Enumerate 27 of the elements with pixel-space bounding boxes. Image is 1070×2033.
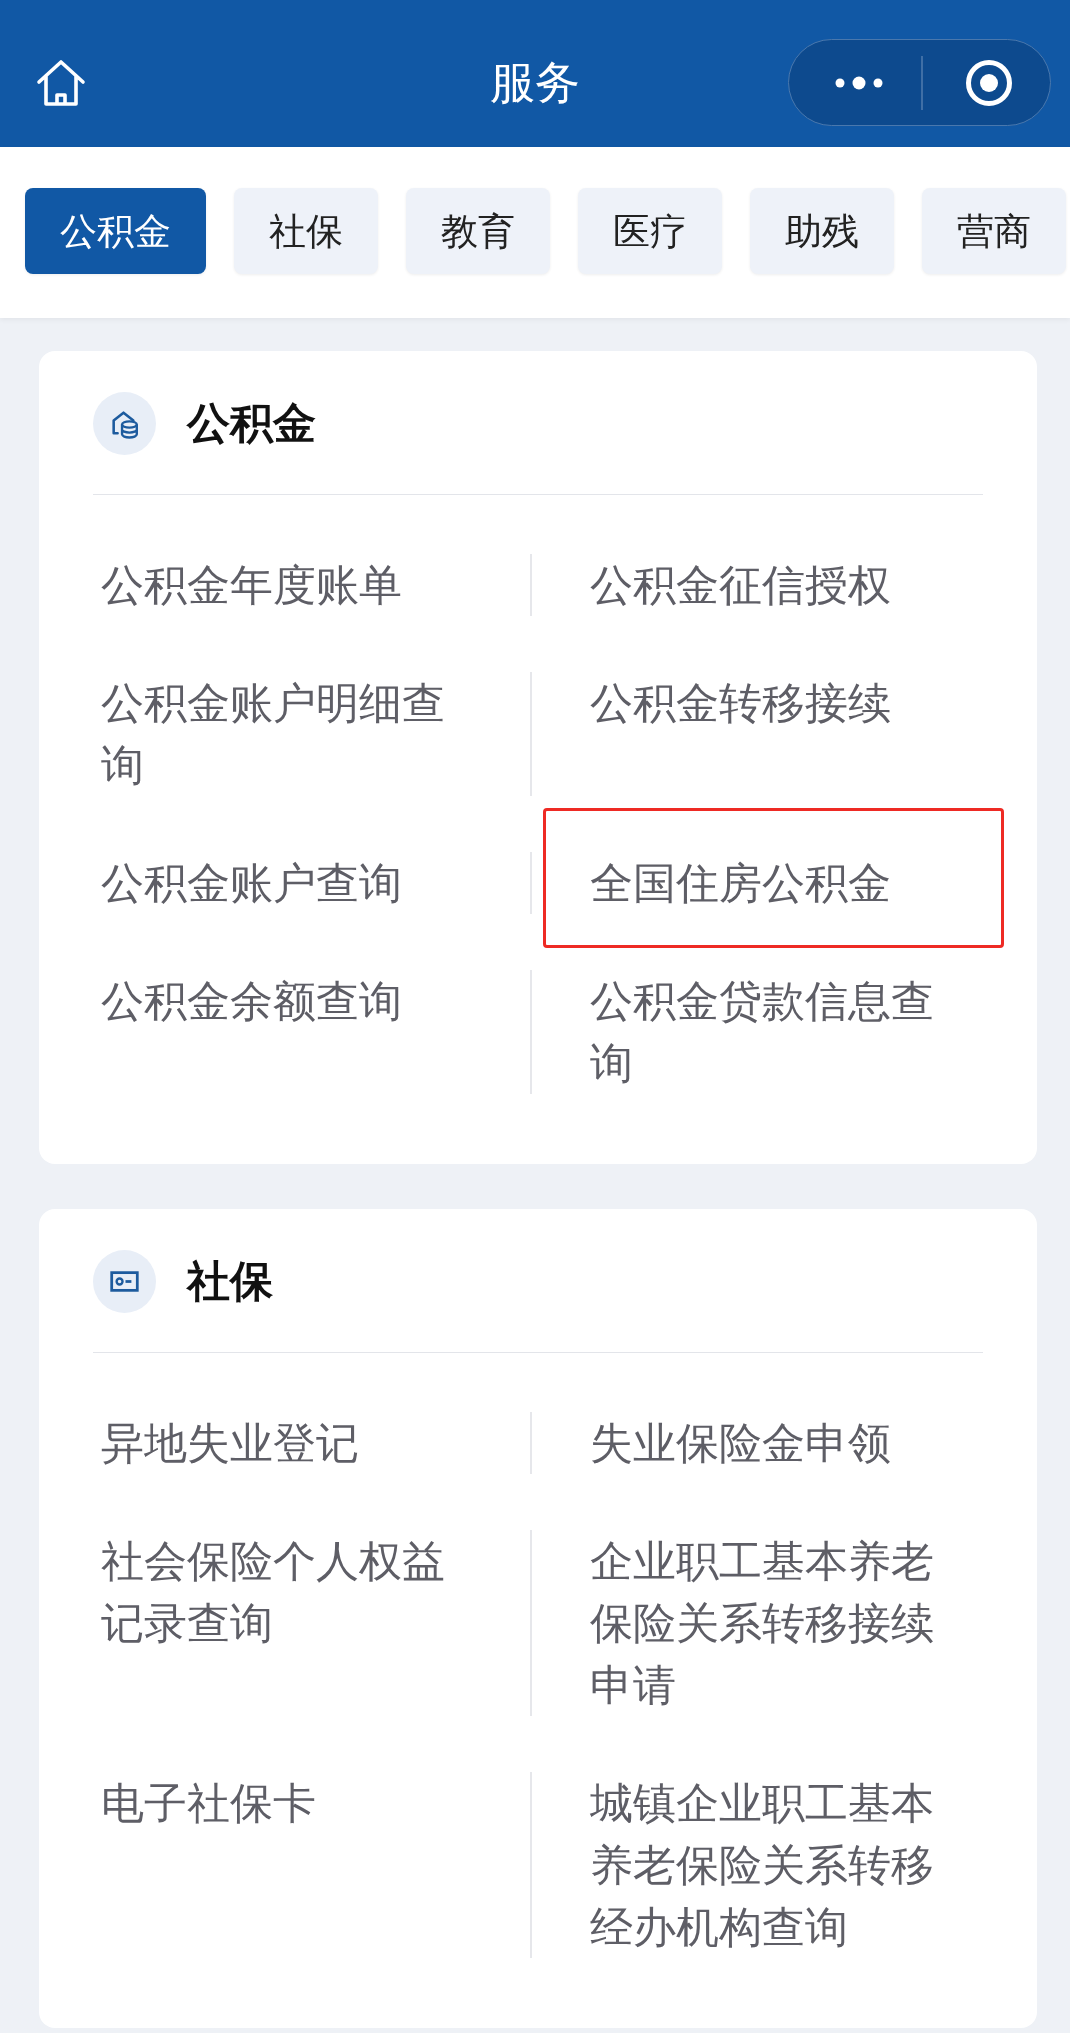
service-item[interactable]: 公积金账户查询 xyxy=(101,852,402,914)
category-tab[interactable]: 助残 xyxy=(750,188,894,274)
service-item[interactable]: 城镇企业职工基本养老保险关系转移经办机构查询 xyxy=(590,1772,952,1958)
service-item[interactable]: 异地失业登记 xyxy=(101,1412,359,1474)
category-tab[interactable]: 社保 xyxy=(234,188,378,274)
service-item[interactable]: 企业职工基本养老保险关系转移接续申请 xyxy=(590,1530,952,1716)
house-coins-icon xyxy=(93,392,156,455)
target-icon[interactable] xyxy=(964,58,1013,107)
service-item[interactable]: 公积金账户明细查询 xyxy=(101,672,463,796)
id-card-icon xyxy=(93,1250,156,1313)
service-item[interactable]: 电子社保卡 xyxy=(101,1772,316,1834)
service-item[interactable]: 社会保险个人权益记录查询 xyxy=(101,1530,463,1654)
category-tab[interactable]: 公积金 xyxy=(25,188,206,274)
category-tab[interactable]: 医疗 xyxy=(578,188,722,274)
service-item[interactable]: 公积金年度账单 xyxy=(101,554,402,616)
service-item[interactable]: 公积金转移接续 xyxy=(590,672,891,734)
section-title: 社保 xyxy=(187,1257,273,1306)
service-item[interactable]: 公积金余额查询 xyxy=(101,970,402,1032)
service-item[interactable]: 公积金征信授权 xyxy=(590,554,891,616)
page-title: 服务 xyxy=(490,57,580,108)
more-icon[interactable] xyxy=(834,75,884,90)
service-item[interactable]: 公积金贷款信息查询 xyxy=(590,970,952,1094)
service-item[interactable]: 失业保险金申领 xyxy=(590,1412,891,1474)
category-tab[interactable]: 教育 xyxy=(406,188,550,274)
service-item[interactable]: 全国住房公积金 xyxy=(543,808,1004,948)
category-tab[interactable]: 营商 xyxy=(922,188,1066,274)
section-title: 公积金 xyxy=(187,399,316,448)
